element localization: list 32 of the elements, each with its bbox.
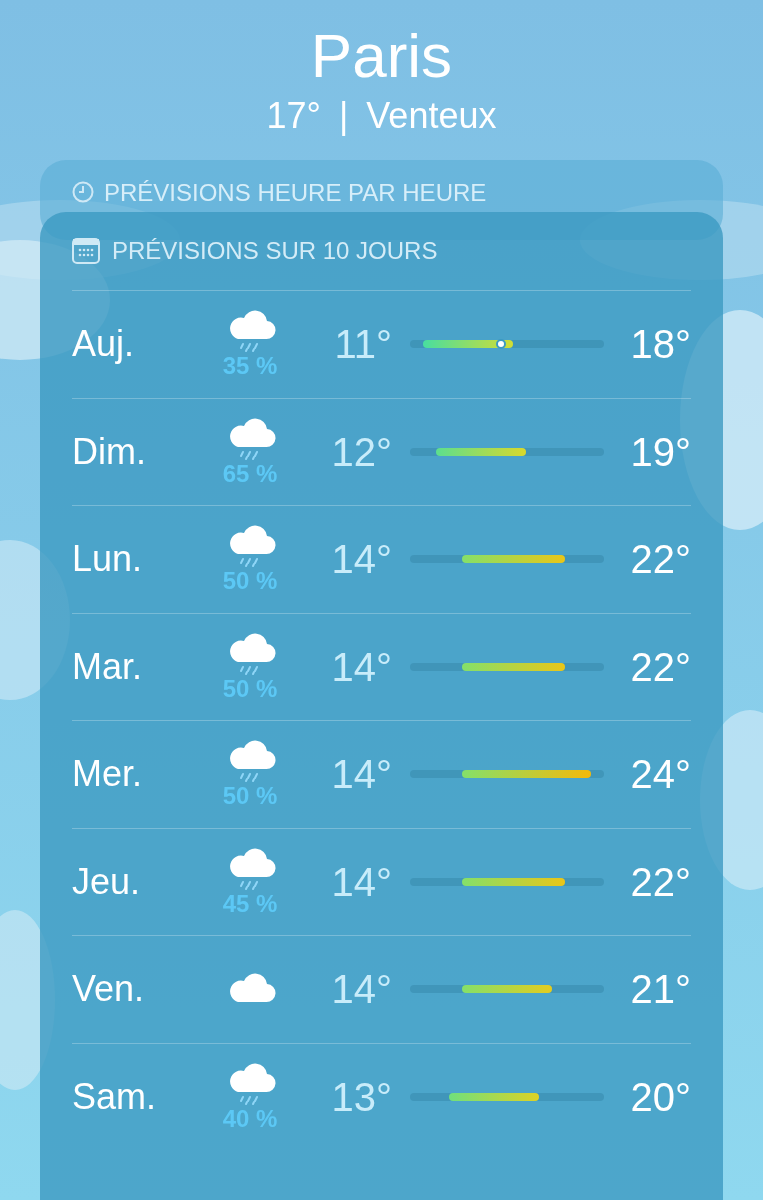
high-temperature: 19°	[629, 428, 691, 475]
low-temperature: 14°	[330, 643, 392, 690]
separator: |	[339, 94, 349, 138]
high-temperature: 18°	[629, 321, 691, 368]
high-temperature: 22°	[629, 858, 691, 905]
high-temperature: 22°	[629, 536, 691, 583]
weather-condition: Venteux	[366, 94, 497, 138]
low-temperature: 11°	[333, 321, 392, 368]
day-label: Jeu.	[72, 860, 142, 903]
day-label: Dim.	[72, 430, 147, 473]
low-temperature: 14°	[330, 966, 392, 1013]
section-title: PRÉVISIONS SUR 10 JOURS	[112, 236, 438, 266]
day-label: Auj.	[72, 323, 136, 366]
day-label: Lun.	[72, 538, 144, 581]
day-label: Sam.	[72, 1075, 158, 1118]
high-temperature: 20°	[629, 1073, 691, 1120]
low-temperature: 14°	[330, 536, 392, 583]
high-temperature: 24°	[629, 751, 691, 798]
low-temperature: 12°	[330, 428, 392, 475]
day-label: Mar.	[72, 645, 143, 688]
low-temperature: 14°	[330, 858, 392, 905]
high-temperature: 21°	[629, 966, 691, 1013]
city-name: Paris	[310, 20, 453, 92]
high-temperature: 22°	[629, 643, 691, 690]
low-temperature: 14°	[330, 751, 392, 798]
low-temperature: 13°	[330, 1073, 392, 1120]
day-label: Ven.	[72, 968, 146, 1011]
day-label: Mer.	[72, 753, 143, 796]
current-temperature: 17°	[266, 94, 321, 138]
clock-icon	[72, 181, 94, 203]
calendar-icon	[72, 238, 100, 264]
section-title: PRÉVISIONS HEURE PAR HEURE	[104, 178, 487, 208]
